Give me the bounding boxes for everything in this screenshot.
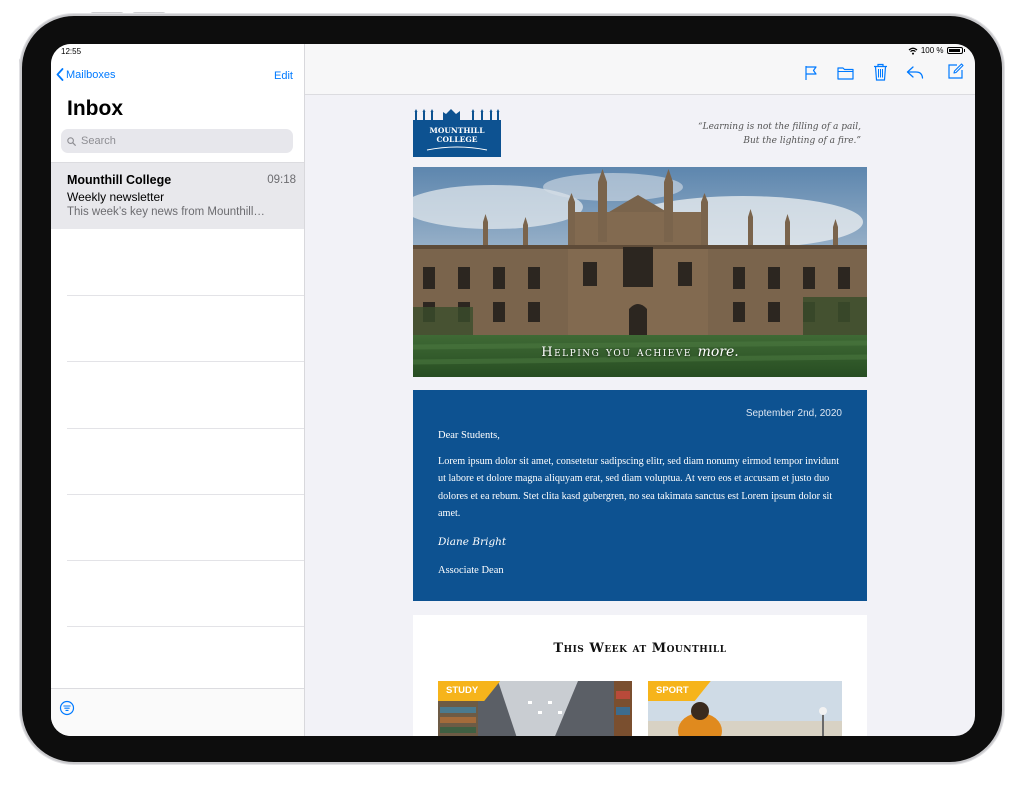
logo-line-2: COLLEGE (437, 135, 478, 144)
wifi-icon (908, 47, 918, 55)
status-bar: 12:55 100 % (51, 44, 975, 60)
email-content: MOUNTHILL COLLEGE “Learning is not the f… (305, 95, 975, 736)
mailboxes-label: Mailboxes (66, 68, 116, 81)
logo-line-1: MOUNTHILL (430, 126, 486, 135)
filter-icon[interactable] (59, 700, 75, 716)
letter-body: Lorem ipsum dolor sit amet, consetetur s… (438, 456, 840, 519)
folder-icon[interactable] (837, 65, 854, 80)
list-separator (67, 361, 304, 362)
list-separator (67, 494, 304, 495)
battery-nub (963, 49, 965, 52)
mailboxes-back-button[interactable]: Mailboxes (56, 68, 116, 81)
message-row[interactable]: Mounthill College 09:18 Weekly newslette… (51, 163, 304, 229)
sidebar-bottom-bar (51, 688, 304, 736)
list-separator (67, 560, 304, 561)
letter-panel: September 2nd, 2020 Dear Students, Lorem… (413, 390, 867, 601)
quote-line-2: But the lighting of a fire.” (743, 136, 861, 146)
quote-line-1: “Learning is not the filling of a pail, (698, 122, 861, 132)
letter-greeting: Dear Students, (438, 430, 500, 441)
hero-caption: Helping you achieve more. (413, 344, 867, 360)
hero-caption-emphasis: more. (697, 344, 739, 360)
list-separator (67, 295, 304, 296)
message-subject: Weekly newsletter (67, 190, 165, 204)
message-sender: Mounthill College (67, 173, 172, 187)
sport-card[interactable]: SPORT (648, 681, 842, 736)
study-card[interactable]: STUDY (438, 681, 632, 736)
letter-signature: Diane Bright (438, 536, 507, 548)
mail-sidebar: Mailboxes Edit Inbox Mounthill College 0… (51, 44, 305, 736)
this-week-section: This Week at Mounthill STUDY SPORT (413, 615, 867, 736)
screen: 12:55 100 % Mailboxes Edit Inbox Search … (51, 44, 975, 736)
hero-caption-main: Helping you achieve (541, 345, 692, 360)
flag-icon[interactable] (804, 65, 818, 81)
ipad-frame: 12:55 100 % Mailboxes Edit Inbox Search … (22, 16, 1002, 762)
college-logo: MOUNTHILL COLLEGE (413, 109, 501, 157)
trash-icon[interactable] (873, 63, 888, 81)
hero-image: Helping you achieve more. (413, 167, 867, 377)
this-week-title: This Week at Mounthill (553, 641, 727, 656)
edit-button[interactable]: Edit (274, 70, 293, 82)
letter-date: September 2nd, 2020 (745, 408, 842, 419)
status-right: 100 % (908, 46, 965, 55)
list-separator (67, 428, 304, 429)
letter-role: Associate Dean (438, 565, 504, 576)
message-preview: This week’s key news from Mounthill… (67, 206, 265, 218)
battery-icon (946, 47, 963, 54)
search-input[interactable] (81, 135, 281, 147)
message-time: 09:18 (267, 174, 296, 186)
battery-percent: 100 % (920, 46, 944, 55)
reply-icon[interactable] (906, 66, 924, 79)
compose-icon[interactable] (947, 63, 964, 80)
list-separator (67, 626, 304, 627)
search-bar[interactable] (61, 129, 293, 153)
inbox-title: Inbox (67, 97, 123, 120)
college-logo-mark: MOUNTHILL COLLEGE (413, 109, 501, 157)
chevron-left-icon (56, 68, 64, 81)
header-quote: “Learning is not the filling of a pail, … (625, 120, 861, 148)
search-icon (67, 136, 76, 146)
status-time: 12:55 (61, 47, 82, 56)
